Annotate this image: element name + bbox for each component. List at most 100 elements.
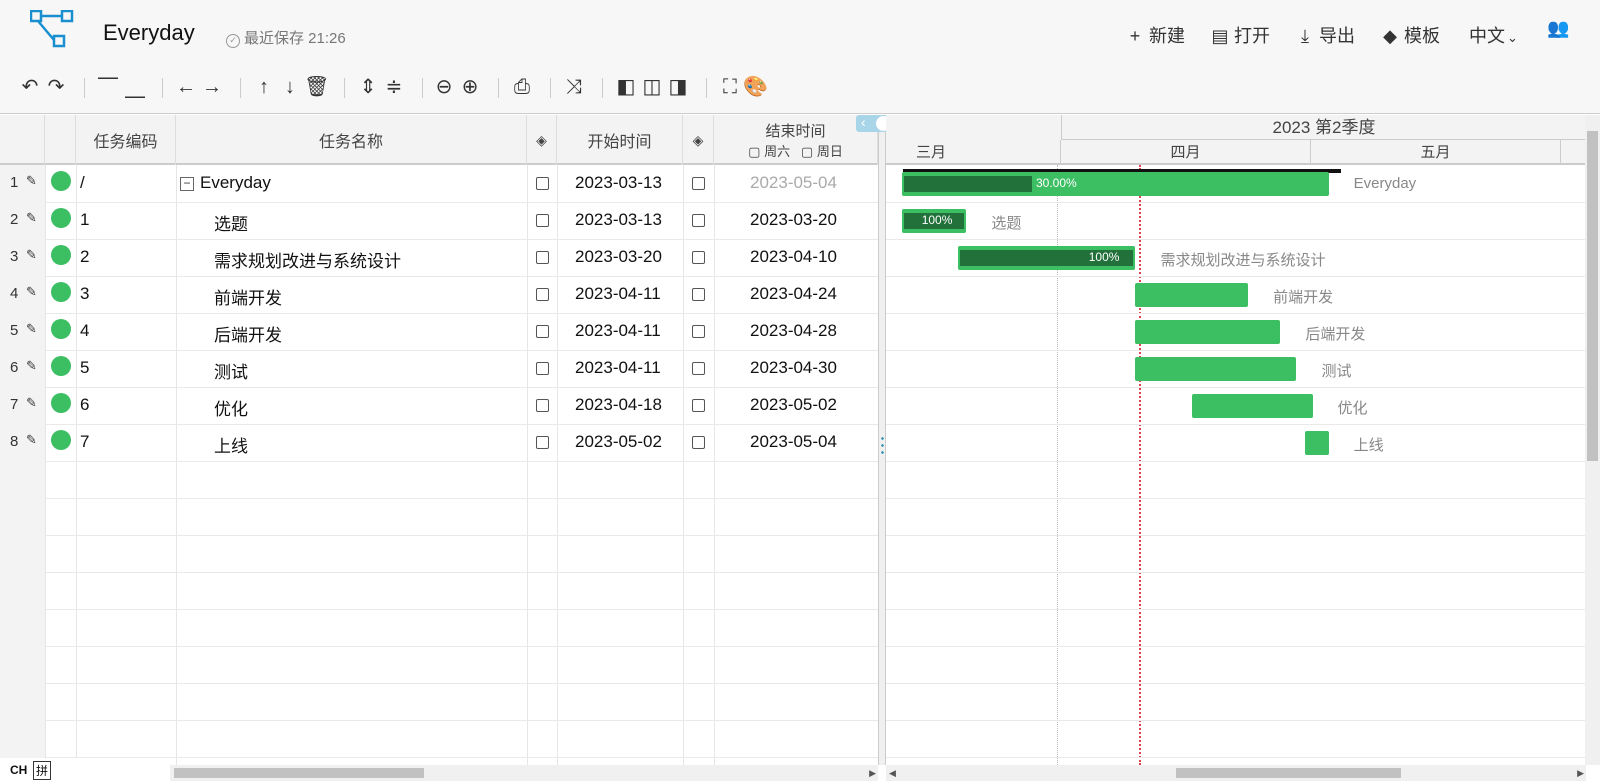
end-milestone-checkbox[interactable] [692, 362, 705, 375]
end-milestone-checkbox[interactable] [692, 214, 705, 227]
sunday-checkbox[interactable]: ▢ 周日 [801, 144, 843, 159]
indent-icon[interactable]: → [200, 74, 224, 100]
outdent-icon[interactable]: ← [174, 74, 198, 100]
task-code[interactable]: 3 [80, 284, 89, 304]
collapse-icon[interactable]: − [180, 177, 194, 191]
col-header-start[interactable]: 开始时间 [557, 115, 683, 165]
document-title[interactable]: Everyday [103, 20, 195, 46]
end-milestone-checkbox[interactable] [692, 325, 705, 338]
print-icon[interactable]: ⎙ [510, 74, 534, 100]
pencil-icon[interactable]: ✎ [26, 395, 37, 411]
undo-icon[interactable]: ↶ [18, 74, 42, 100]
pencil-icon[interactable]: ✎ [26, 284, 37, 300]
task-code[interactable]: 1 [80, 210, 89, 230]
gantt-bar[interactable] [1135, 320, 1281, 344]
gantt-bar[interactable] [1304, 431, 1329, 455]
row-number[interactable]: 7 ✎ [0, 387, 45, 424]
gantt-bar[interactable] [1135, 283, 1249, 307]
fullscreen-icon[interactable]: ⛶ [718, 74, 742, 100]
end-milestone-checkbox[interactable] [692, 177, 705, 190]
user-icon[interactable]: 👥 [1547, 18, 1569, 39]
end-milestone-checkbox[interactable] [692, 288, 705, 301]
start-date[interactable]: 2023-04-11 [575, 284, 661, 304]
end-date[interactable]: 2023-05-04 [750, 173, 837, 193]
task-name[interactable]: 上线 [214, 432, 248, 457]
row-number[interactable]: 2 ✎ [0, 202, 45, 239]
start-milestone-checkbox[interactable] [536, 288, 549, 301]
vertical-scrollbar[interactable] [1585, 115, 1600, 765]
insert-below-icon[interactable]: ⎽ [123, 74, 147, 100]
vertical-scroll-thumb[interactable] [1587, 131, 1598, 461]
chevron-left-icon[interactable]: ‹ [861, 114, 866, 130]
end-date[interactable]: 2023-05-04 [750, 432, 837, 452]
redo-icon[interactable]: ↷ [44, 74, 68, 100]
start-milestone-checkbox[interactable] [536, 251, 549, 264]
start-date[interactable]: 2023-03-13 [575, 173, 662, 193]
task-code[interactable]: 2 [80, 247, 89, 267]
layout-right-icon[interactable]: ◨ [666, 74, 690, 100]
task-name[interactable]: 优化 [214, 395, 248, 420]
collapse-all-icon[interactable]: ≑ [382, 74, 406, 100]
new-button[interactable]: + 新建 [1125, 22, 1185, 48]
end-milestone-checkbox[interactable] [692, 436, 705, 449]
row-number[interactable]: 6 ✎ [0, 350, 45, 387]
gantt-bar[interactable]: 100% [902, 209, 967, 233]
end-date[interactable]: 2023-04-24 [750, 284, 837, 304]
pencil-icon[interactable]: ✎ [26, 432, 37, 448]
layout-split-icon[interactable]: ◫ [640, 74, 664, 100]
logo-icon[interactable] [30, 10, 76, 48]
task-name[interactable]: 后端开发 [214, 321, 282, 346]
col-header-name[interactable]: 任务名称 [176, 115, 527, 165]
end-milestone-checkbox[interactable] [692, 251, 705, 264]
start-date[interactable]: 2023-03-20 [575, 247, 662, 267]
row-number[interactable]: 8 ✎ [0, 424, 45, 461]
start-milestone-checkbox[interactable] [536, 214, 549, 227]
start-milestone-checkbox[interactable] [536, 325, 549, 338]
end-date[interactable]: 2023-04-28 [750, 321, 837, 341]
row-number[interactable]: 3 ✎ [0, 239, 45, 276]
saturday-checkbox[interactable]: ▢ 周六 [748, 144, 790, 159]
gantt-bar[interactable]: 30.00% [902, 172, 1329, 196]
language-select[interactable]: 中文 ⌄ [1469, 22, 1518, 48]
end-date[interactable]: 2023-04-10 [750, 247, 837, 267]
gantt-bar[interactable]: 100% [958, 246, 1136, 270]
scroll-right-icon[interactable]: ▶ [869, 768, 876, 779]
start-date[interactable]: 2023-03-13 [575, 210, 662, 230]
row-number[interactable]: 4 ✎ [0, 276, 45, 313]
start-milestone-checkbox[interactable] [536, 362, 549, 375]
grid-horizontal-scrollbar[interactable]: ▶ [170, 765, 878, 781]
start-date[interactable]: 2023-05-02 [575, 432, 662, 452]
expand-all-icon[interactable]: ⇕ [356, 74, 380, 100]
col-header-code[interactable]: 任务编码 [76, 115, 176, 165]
col-header-end[interactable]: 结束时间 ▢ 周六 ▢ 周日 [714, 115, 878, 165]
delete-icon[interactable]: 🗑 [304, 74, 329, 100]
task-code[interactable]: 7 [80, 432, 89, 452]
start-milestone-checkbox[interactable] [536, 177, 549, 190]
move-up-icon[interactable]: ↑ [252, 74, 276, 100]
row-number[interactable]: 5 ✎ [0, 313, 45, 350]
open-button[interactable]: ▤ 打开 [1210, 22, 1270, 48]
splitter-grip-icon[interactable] [881, 435, 884, 457]
gantt-bar[interactable] [1191, 394, 1313, 418]
move-down-icon[interactable]: ↓ [278, 74, 302, 100]
insert-above-icon[interactable]: ⎺ [96, 74, 120, 100]
start-milestone-checkbox[interactable] [536, 436, 549, 449]
zoom-out-icon[interactable]: ⊖ [432, 74, 456, 100]
task-code[interactable]: 6 [80, 395, 89, 415]
task-code[interactable]: 4 [80, 321, 89, 341]
layout-left-icon[interactable]: ◧ [614, 74, 638, 100]
gantt-bar[interactable] [1135, 357, 1297, 381]
pencil-icon[interactable]: ✎ [26, 210, 37, 226]
palette-icon[interactable]: 🎨 [743, 74, 768, 100]
start-date[interactable]: 2023-04-11 [575, 321, 661, 341]
task-name[interactable]: 前端开发 [214, 284, 282, 309]
task-name[interactable]: 选题 [214, 210, 248, 235]
pencil-icon[interactable]: ✎ [26, 321, 37, 337]
pencil-icon[interactable]: ✎ [26, 247, 37, 263]
gantt-horizontal-scrollbar[interactable]: ◀ ▶ [886, 765, 1586, 781]
start-date[interactable]: 2023-04-18 [575, 395, 662, 415]
row-number[interactable]: 1 ✎ [0, 165, 45, 202]
export-button[interactable]: ⤓ 导出 [1295, 22, 1355, 48]
milestone-end-icon[interactable]: ◈ [683, 115, 714, 165]
end-date[interactable]: 2023-04-30 [750, 358, 837, 378]
